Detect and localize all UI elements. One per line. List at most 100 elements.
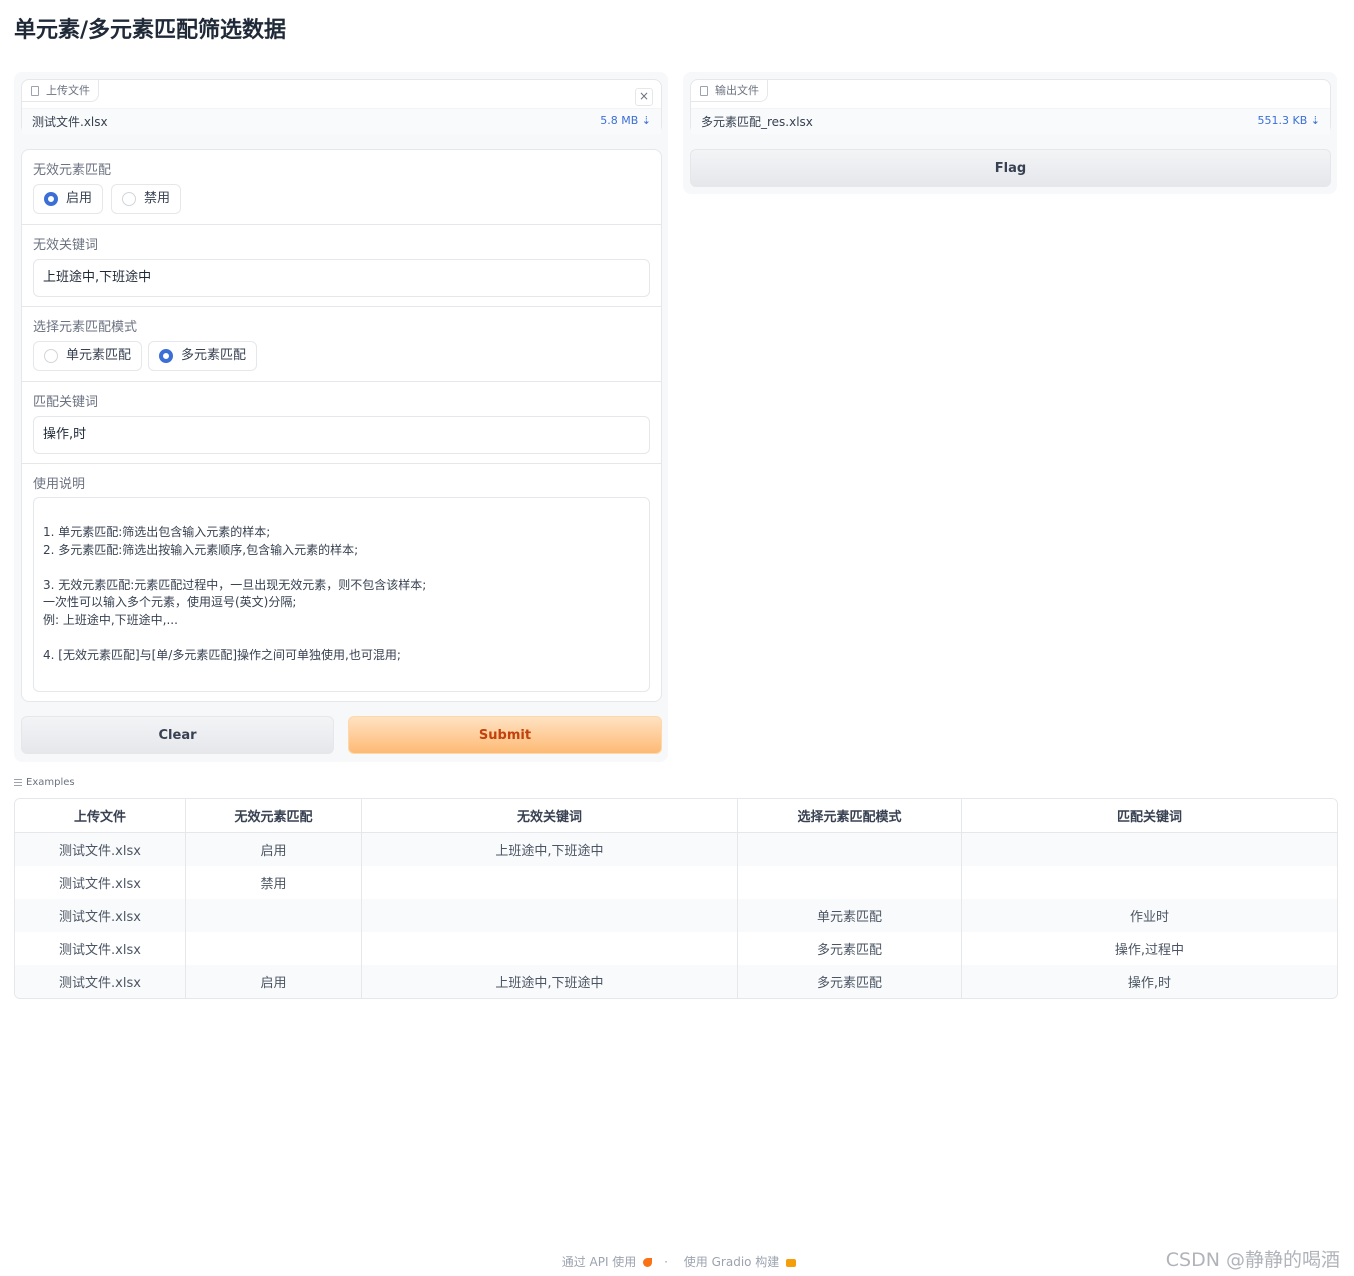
- instructions-section: 使用说明 1. 单元素匹配:筛选出包含输入元素的样本; 2. 多元素匹配:筛选出…: [22, 464, 661, 702]
- invalid-keywords-section: 无效关键词 上班途中,下班途中: [22, 225, 661, 307]
- table-row[interactable]: 测试文件.xlsx 多元素匹配 操作,过程中: [15, 932, 1337, 965]
- table-cell: 测试文件.xlsx: [15, 833, 186, 866]
- table-cell: [738, 833, 962, 866]
- table-cell: 测试文件.xlsx: [15, 866, 186, 899]
- radio-multi-label: 多元素匹配: [181, 348, 247, 363]
- upload-file-label: 上传文件: [22, 80, 99, 102]
- file-icon: [700, 86, 708, 96]
- table-cell: [186, 932, 362, 965]
- table-cell: [362, 899, 738, 932]
- match-keywords-section: 匹配关键词 操作,时: [22, 382, 661, 464]
- footer: 通过 API 使用 · 使用 Gradio 构建: [0, 1253, 1354, 1270]
- output-file-download[interactable]: 551.3 KB ⇣: [1258, 114, 1320, 127]
- upload-label-text: 上传文件: [46, 84, 90, 97]
- radio-checked-icon: [159, 349, 173, 363]
- watermark: CSDN @静静的喝酒: [1165, 1249, 1340, 1271]
- radio-multi-match[interactable]: 多元素匹配: [148, 341, 258, 371]
- radio-enable[interactable]: 启用: [33, 184, 104, 214]
- radio-unchecked-icon: [122, 192, 136, 206]
- uploaded-file-name: 测试文件.xlsx: [32, 115, 108, 129]
- table-header-row: 上传文件 无效元素匹配 无效关键词 选择元素匹配模式 匹配关键词: [15, 799, 1337, 833]
- table-row[interactable]: 测试文件.xlsx 单元素匹配 作业时: [15, 899, 1337, 932]
- table-cell: 操作,时: [962, 965, 1337, 998]
- rocket-icon: [643, 1258, 653, 1267]
- page-title: 单元素/多元素匹配筛选数据: [14, 18, 287, 43]
- invalid-keywords-input[interactable]: 上班途中,下班途中: [33, 259, 650, 297]
- table-cell: 操作,过程中: [1114, 943, 1185, 958]
- table-cell: [962, 866, 1337, 899]
- list-icon: [14, 778, 22, 786]
- table-cell: 作业时: [962, 899, 1337, 932]
- table-cell: [186, 899, 362, 932]
- instruction-line: 例: 上班途中,下班途中,...: [43, 612, 178, 627]
- match-keywords-label: 匹配关键词: [33, 395, 99, 410]
- table-cell: [738, 866, 962, 899]
- table-cell: 上班途中,下班途中: [362, 833, 738, 866]
- gradio-link[interactable]: 使用 Gradio 构建: [680, 1255, 797, 1269]
- match-mode-label: 选择元素匹配模式: [33, 320, 138, 335]
- instructions-label: 使用说明: [33, 477, 86, 492]
- submit-button[interactable]: Submit: [348, 716, 662, 754]
- radio-disable-label: 禁用: [144, 191, 171, 206]
- radio-single-match[interactable]: 单元素匹配: [33, 341, 143, 371]
- api-link-text: 通过 API 使用: [561, 1255, 637, 1269]
- invalid-match-label: 无效元素匹配: [33, 163, 112, 178]
- radio-disable[interactable]: 禁用: [111, 184, 182, 214]
- input-panel: 上传文件 × 测试文件.xlsx 5.8 MB ⇣ 无效元素匹配 启用 禁用 无…: [14, 72, 668, 762]
- table-row[interactable]: 测试文件.xlsx 启用 上班途中,下班途中 多元素匹配 操作,时: [15, 965, 1337, 998]
- radio-unchecked-icon: [44, 349, 58, 363]
- table-cell: 启用: [186, 965, 362, 998]
- column-header: 无效关键词: [362, 799, 738, 833]
- column-header: 上传文件: [15, 799, 186, 833]
- match-keywords-input[interactable]: 操作,时: [33, 416, 650, 454]
- footer-separator: ·: [664, 1255, 668, 1269]
- table-cell: 多元素匹配: [738, 965, 962, 998]
- table-cell: [362, 866, 738, 899]
- output-file-name: 多元素匹配_res.xlsx: [701, 115, 813, 129]
- table-cell: 上班途中,下班途中: [362, 965, 738, 998]
- radio-checked-icon: [44, 192, 58, 206]
- instruction-line: 一次性可以输入多个元素，使用逗号(英文)分隔;: [43, 595, 297, 609]
- examples-table: 上传文件 无效元素匹配 无效关键词 选择元素匹配模式 匹配关键词 测试文件.xl…: [14, 798, 1338, 999]
- output-panel: 输出文件 多元素匹配_res.xlsx 551.3 KB ⇣ Flag: [683, 72, 1337, 194]
- instruction-line: 3. 无效元素匹配:元素匹配过程中，一旦出现无效元素，则不包含该样本;: [43, 577, 427, 592]
- table-cell: 测试文件.xlsx: [15, 965, 186, 998]
- close-icon[interactable]: ×: [635, 88, 653, 106]
- output-file-label: 输出文件: [691, 80, 768, 102]
- table-cell: 测试文件.xlsx: [15, 899, 186, 932]
- match-mode-section: 选择元素匹配模式 单元素匹配 多元素匹配: [22, 307, 661, 382]
- output-file-box: 输出文件 多元素匹配_res.xlsx 551.3 KB ⇣: [690, 79, 1331, 134]
- instruction-line: [43, 559, 649, 577]
- instruction-line: 1. 单元素匹配:筛选出包含输入元素的样本;: [43, 525, 271, 539]
- column-header: 选择元素匹配模式: [738, 799, 962, 833]
- options-form: 无效元素匹配 启用 禁用 无效关键词 上班途中,下班途中 选择元素匹配模式 单元…: [21, 149, 662, 702]
- flag-button[interactable]: Flag: [690, 149, 1331, 187]
- clear-button[interactable]: Clear: [21, 716, 334, 754]
- output-label-text: 输出文件: [715, 84, 759, 97]
- gradio-link-text: 使用 Gradio 构建: [683, 1255, 780, 1269]
- uploaded-file-row: 测试文件.xlsx 5.8 MB ⇣: [22, 108, 661, 134]
- invalid-keywords-label: 无效关键词: [33, 238, 99, 253]
- upload-file-box[interactable]: 上传文件 × 测试文件.xlsx 5.8 MB ⇣: [21, 79, 662, 134]
- table-cell: 测试文件.xlsx: [15, 932, 186, 965]
- table-cell: 禁用: [186, 866, 362, 899]
- instruction-line: 2. 多元素匹配:筛选出按输入元素顺序,包含输入元素的样本;: [43, 542, 359, 557]
- examples-label-text: Examples: [26, 777, 75, 788]
- radio-single-label: 单元素匹配: [66, 348, 132, 363]
- invalid-match-section: 无效元素匹配 启用 禁用: [22, 150, 661, 225]
- column-header: 无效元素匹配: [186, 799, 362, 833]
- uploaded-file-download[interactable]: 5.8 MB ⇣: [600, 114, 651, 127]
- instructions-textarea[interactable]: 1. 单元素匹配:筛选出包含输入元素的样本; 2. 多元素匹配:筛选出按输入元素…: [33, 497, 650, 692]
- table-cell: [962, 833, 1337, 866]
- table-row[interactable]: 测试文件.xlsx 禁用: [15, 866, 1337, 899]
- instruction-line: [43, 629, 649, 647]
- table-cell: 单元素匹配: [738, 899, 962, 932]
- radio-enable-label: 启用: [66, 191, 93, 206]
- table-cell: [362, 932, 738, 965]
- table-cell: 启用: [186, 833, 362, 866]
- table-row[interactable]: 测试文件.xlsx 启用 上班途中,下班途中: [15, 833, 1337, 866]
- output-file-row: 多元素匹配_res.xlsx 551.3 KB ⇣: [691, 108, 1330, 134]
- examples-label: Examples: [14, 777, 75, 788]
- instruction-line: 4. [无效元素匹配]与[单/多元素匹配]操作之间可单独使用,也可混用;: [43, 647, 401, 662]
- api-link[interactable]: 通过 API 使用: [558, 1255, 653, 1269]
